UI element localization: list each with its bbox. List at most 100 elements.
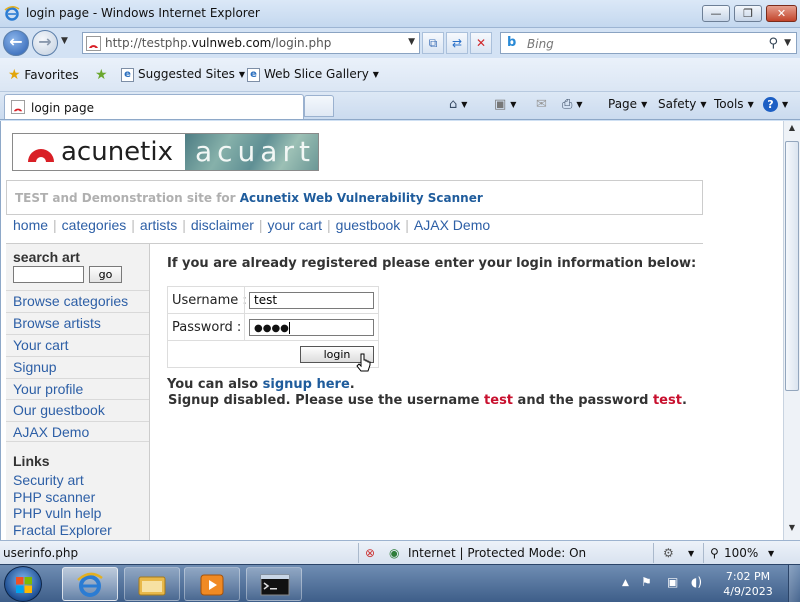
signup-note-text: You can also: [167, 377, 263, 392]
sidebar: search art go Browse categories Browse a…: [6, 244, 150, 540]
scroll-down-icon[interactable]: ▼: [786, 523, 798, 537]
start-button[interactable]: [4, 566, 42, 602]
scroll-up-icon[interactable]: ▲: [786, 123, 798, 137]
address-input[interactable]: http://testphp.vulnweb.com/login.php ▼: [82, 32, 420, 54]
help-menu[interactable]: ? ▼: [763, 97, 788, 112]
internet-explorer-icon: [4, 6, 20, 21]
zoom-level[interactable]: 100%: [724, 546, 758, 560]
address-dropdown-icon[interactable]: ▼: [408, 37, 415, 47]
dropdown-arrow-icon: ▼: [372, 70, 379, 79]
nav-guestbook[interactable]: guestbook: [336, 217, 401, 233]
compatibility-view-button[interactable]: ⧉: [422, 32, 444, 54]
sidebar-item-label: Our guestbook: [13, 402, 105, 418]
link-php-scanner[interactable]: PHP scanner: [13, 489, 95, 505]
taskbar-command-prompt[interactable]: [246, 567, 302, 601]
restore-button[interactable]: ❐: [734, 5, 762, 22]
search-go-button[interactable]: go: [89, 266, 122, 283]
suggested-sites-button[interactable]: e Suggested Sites ▼: [121, 67, 245, 82]
search-icon[interactable]: ⚲: [768, 36, 778, 51]
scanner-link[interactable]: Acunetix Web Vulnerability Scanner: [240, 191, 483, 205]
stop-icon: ✕: [475, 36, 487, 50]
network-icon[interactable]: ▣: [667, 575, 678, 589]
globe-icon: ◉: [389, 546, 400, 560]
minimize-button[interactable]: —: [702, 5, 730, 22]
nav-disclaimer[interactable]: disclaimer: [191, 217, 254, 233]
protected-mode-dropdown-icon[interactable]: ▼: [688, 549, 694, 558]
help-icon: ?: [763, 97, 778, 112]
mouse-cursor-icon: [356, 353, 371, 372]
taskbar-file-explorer[interactable]: [124, 567, 180, 601]
back-button[interactable]: ←: [3, 30, 29, 56]
tools-menu[interactable]: Tools ▼: [714, 97, 754, 111]
action-center-flag-icon[interactable]: ⚑: [641, 575, 652, 589]
popup-blocked-icon[interactable]: ⊗: [365, 546, 375, 560]
nav-artists[interactable]: artists: [140, 217, 177, 233]
favorites-star-icon: ★: [8, 67, 21, 83]
site-logo[interactable]: acunetix acuart: [12, 133, 319, 171]
nav-ajax-demo[interactable]: AJAX Demo: [414, 217, 490, 233]
nav-your-cart[interactable]: your cart: [268, 217, 322, 233]
acuart-banner: acuart: [185, 134, 318, 170]
password-row: Password : ●●●●: [168, 314, 378, 341]
sidebar-item-browse-categories[interactable]: Browse categories: [6, 290, 149, 311]
home-button[interactable]: ⌂ ▼: [449, 97, 467, 112]
favorites-button[interactable]: ★ Favorites: [8, 67, 79, 83]
add-to-favorites-bar-button[interactable]: ★: [95, 67, 108, 83]
search-input[interactable]: b Bing ⚲ ▼: [500, 32, 797, 54]
search-options-dropdown-icon[interactable]: ▼: [784, 38, 791, 48]
security-zone[interactable]: Internet | Protected Mode: On: [408, 546, 586, 560]
vertical-scrollbar[interactable]: ▲ ▼: [783, 121, 800, 540]
signup-link[interactable]: signup here: [263, 377, 350, 392]
forward-button[interactable]: →: [32, 30, 58, 56]
search-art-heading: search art: [13, 249, 80, 265]
password-field[interactable]: ●●●●: [249, 319, 374, 336]
link-security-art[interactable]: Security art: [13, 472, 84, 488]
print-button[interactable]: ⎙ ▼: [562, 97, 583, 112]
web-slice-gallery-button[interactable]: e Web Slice Gallery ▼: [247, 67, 379, 82]
link-fractal-explorer[interactable]: Fractal Explorer: [13, 522, 112, 538]
site-tagline: TEST and Demonstration site for Acunetix…: [6, 180, 703, 215]
tagline-text: TEST and Demonstration site for: [15, 191, 240, 205]
sidebar-item-your-profile[interactable]: Your profile: [6, 378, 149, 399]
nav-home[interactable]: home: [13, 217, 48, 233]
show-desktop-button[interactable]: [788, 565, 800, 602]
feeds-dropdown-icon[interactable]: ▼: [510, 100, 516, 109]
nav-categories[interactable]: categories: [62, 217, 127, 233]
suggested-sites-label: Suggested Sites: [138, 67, 235, 81]
sidebar-item-your-cart[interactable]: Your cart: [6, 334, 149, 355]
new-tab-button[interactable]: [304, 95, 334, 117]
system-clock[interactable]: 7:02 PM 4/9/2023: [712, 569, 784, 599]
clock-date: 4/9/2023: [723, 585, 773, 598]
taskbar-media-player[interactable]: [184, 567, 240, 601]
zoom-icon: ⚲: [710, 546, 719, 560]
refresh-button[interactable]: ⇄: [446, 32, 468, 54]
close-button[interactable]: ✕: [766, 5, 797, 22]
show-hidden-icons-icon[interactable]: ▲: [622, 578, 629, 588]
tab-login-page[interactable]: login page: [4, 94, 304, 119]
favorites-bar: ★ Favorites ★ e Suggested Sites ▼ e Web Sli…: [0, 58, 800, 92]
safety-menu[interactable]: Safety ▼: [658, 97, 707, 111]
zoom-dropdown-icon[interactable]: ▼: [768, 549, 774, 558]
sidebar-item-ajax-demo[interactable]: AJAX Demo: [6, 421, 149, 442]
read-mail-button[interactable]: ✉: [536, 97, 547, 112]
login-form: Username : test Password : ●●●● login: [167, 286, 379, 368]
login-instructions: If you are already registered please ent…: [167, 256, 697, 271]
stop-button[interactable]: ✕: [470, 32, 492, 54]
status-divider: [703, 543, 704, 563]
feeds-button[interactable]: ▣ ▼: [494, 97, 516, 112]
recent-pages-dropdown-icon[interactable]: ▼: [61, 36, 68, 46]
username-field[interactable]: test: [249, 292, 374, 309]
volume-icon[interactable]: ◖): [691, 575, 702, 589]
print-dropdown-icon[interactable]: ▼: [576, 100, 582, 109]
sidebar-item-label: AJAX Demo: [13, 424, 90, 440]
sidebar-item-signup[interactable]: Signup: [6, 356, 149, 377]
page-menu[interactable]: Page ▼: [608, 97, 647, 111]
protected-mode-icon[interactable]: ⚙: [663, 546, 674, 560]
home-dropdown-icon[interactable]: ▼: [461, 100, 467, 109]
sidebar-item-browse-artists[interactable]: Browse artists: [6, 312, 149, 333]
search-art-input[interactable]: [13, 266, 84, 283]
taskbar-internet-explorer[interactable]: [62, 567, 118, 601]
link-php-vuln-help[interactable]: PHP vuln help: [13, 505, 101, 521]
scroll-thumb[interactable]: [785, 141, 799, 391]
sidebar-item-our-guestbook[interactable]: Our guestbook: [6, 399, 149, 420]
